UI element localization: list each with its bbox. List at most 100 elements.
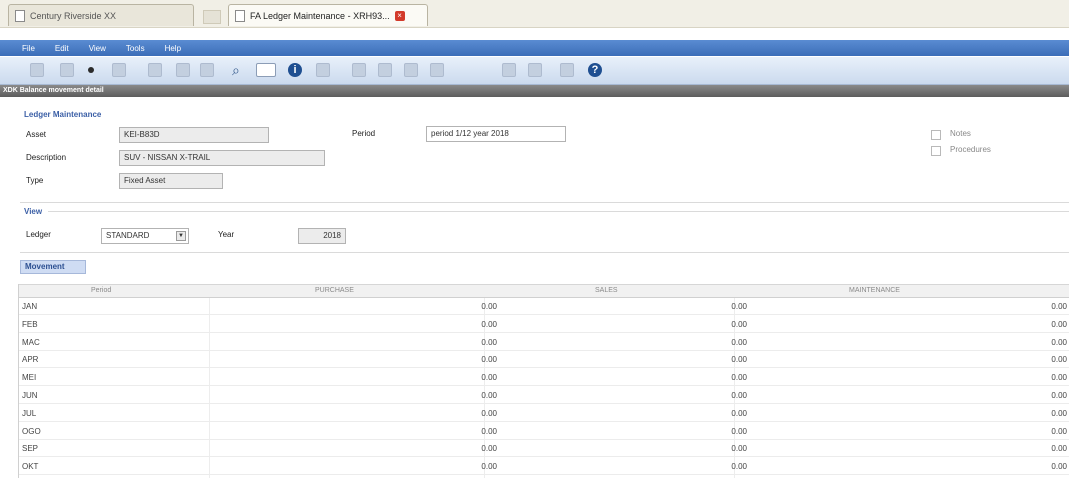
cell-purchase: 0.00 [481, 426, 497, 436]
page-icon [235, 9, 245, 22]
ledger-label: Ledger [26, 230, 51, 239]
type-label: Type [26, 176, 44, 185]
lock-icon[interactable] [316, 63, 330, 77]
period-label: Period [352, 129, 376, 138]
save-icon[interactable] [112, 63, 126, 77]
cell-maintenance: 0.00 [1051, 462, 1067, 472]
cell-sales: 0.00 [731, 426, 747, 436]
divider [48, 211, 1069, 212]
help-icon[interactable]: ? [588, 63, 602, 77]
menubar: File Edit View Tools Help [0, 40, 1069, 56]
table-row[interactable]: JUN 0.00 0.00 0.00 [19, 388, 1069, 404]
new-record-icon[interactable] [30, 63, 44, 77]
search-icon[interactable]: ⌕ [232, 63, 246, 77]
cell-period: MAC [22, 337, 40, 347]
browser-tab-title: FA Ledger Maintenance - XRH93... [250, 10, 390, 21]
menu-view[interactable]: View [89, 44, 106, 53]
cell-sales: 0.00 [731, 408, 747, 418]
browser-tab-strip: Century Riverside XX FA Ledger Maintenan… [0, 0, 1069, 28]
cell-maintenance: 0.00 [1051, 408, 1067, 418]
notes-label: Notes [950, 129, 971, 138]
procedures-checkbox[interactable] [931, 146, 941, 156]
table-row[interactable]: JUL 0.00 0.00 0.00 [19, 406, 1069, 422]
table-row[interactable]: FEB 0.00 0.00 0.00 [19, 317, 1069, 333]
close-icon[interactable]: × [394, 10, 405, 21]
cell-period: APR [22, 355, 39, 365]
description-label: Description [26, 153, 67, 162]
type-field[interactable]: Fixed Asset [119, 173, 223, 189]
table-row[interactable]: MEI 0.00 0.00 0.00 [19, 370, 1069, 387]
menu-tools[interactable]: Tools [126, 44, 145, 53]
cell-period: FEB [22, 319, 38, 329]
browser-tab-active[interactable]: FA Ledger Maintenance - XRH93... × [228, 4, 428, 26]
asset-field[interactable]: KEI-B83D [119, 127, 269, 143]
cell-purchase: 0.00 [481, 444, 497, 454]
grid-header: Period PURCHASE SALES MAINTENANCE [19, 284, 1069, 298]
divider [20, 202, 1069, 203]
table-row[interactable]: MAC 0.00 0.00 0.00 [19, 335, 1069, 351]
open-record-icon[interactable] [60, 63, 74, 77]
cell-purchase: 0.00 [481, 319, 497, 329]
cell-purchase: 0.00 [481, 355, 497, 365]
info-icon[interactable]: i [288, 63, 302, 77]
record-dot-icon[interactable] [88, 67, 94, 73]
section-title-ledger: Ledger Maintenance [24, 110, 102, 119]
cell-maintenance: 0.00 [1051, 426, 1067, 436]
table-row[interactable]: JAN 0.00 0.00 0.00 [19, 299, 1069, 315]
last-record-icon[interactable] [430, 63, 444, 77]
next-record-icon[interactable] [404, 63, 418, 77]
cell-period: JUN [22, 391, 38, 400]
cell-maintenance: 0.00 [1051, 302, 1067, 311]
tab-movement[interactable]: Movement [20, 260, 86, 274]
cell-period: JUL [22, 408, 37, 418]
description-field[interactable]: SUV - NISSAN X-TRAIL [119, 150, 325, 166]
cell-purchase: 0.00 [481, 302, 497, 311]
browser-tab-title: Century Riverside XX [30, 10, 117, 21]
asset-label: Asset [26, 130, 47, 139]
menu-file[interactable]: File [22, 44, 35, 53]
delete-icon[interactable] [176, 63, 190, 77]
cell-sales: 0.00 [731, 462, 747, 472]
copy-icon[interactable] [148, 63, 162, 77]
column-header-sales[interactable]: SALES [595, 287, 618, 294]
year-field[interactable]: 2018 [298, 228, 346, 244]
prev-record-icon[interactable] [378, 63, 392, 77]
print-icon[interactable] [200, 63, 214, 77]
page-icon [15, 9, 25, 22]
cell-sales: 0.00 [731, 302, 747, 311]
table-row[interactable]: OKT 0.00 0.00 0.00 [19, 459, 1069, 476]
table-row[interactable]: APR 0.00 0.00 0.00 [19, 352, 1069, 369]
browser-tab-inactive[interactable]: Century Riverside XX [8, 4, 194, 26]
notes-checkbox[interactable] [931, 130, 941, 140]
window-icon[interactable] [256, 63, 276, 77]
filter-icon[interactable] [560, 63, 574, 77]
ledger-select-value: STANDARD [106, 231, 150, 240]
cell-sales: 0.00 [731, 391, 747, 400]
cell-period: JAN [22, 302, 38, 311]
export-icon[interactable] [528, 63, 542, 77]
cell-purchase: 0.00 [481, 337, 497, 347]
cell-sales: 0.00 [731, 319, 747, 329]
column-header-purchase[interactable]: PURCHASE [315, 287, 354, 294]
first-record-icon[interactable] [352, 63, 366, 77]
table-row[interactable]: OGO 0.00 0.00 0.00 [19, 424, 1069, 440]
column-header-maintenance[interactable]: MAINTENANCE [849, 287, 900, 294]
cell-purchase: 0.00 [481, 462, 497, 472]
cell-maintenance: 0.00 [1051, 373, 1067, 383]
cell-sales: 0.00 [731, 373, 747, 383]
cell-purchase: 0.00 [481, 391, 497, 400]
tab-separator [203, 10, 221, 24]
chevron-down-icon[interactable]: ▼ [176, 231, 186, 241]
period-field[interactable]: period 1/12 year 2018 [426, 126, 566, 142]
attach-icon[interactable] [502, 63, 516, 77]
ledger-select[interactable]: STANDARD ▼ [101, 228, 189, 244]
movement-grid: Period PURCHASE SALES MAINTENANCE JAN 0.0… [18, 284, 1069, 478]
menu-help[interactable]: Help [165, 44, 181, 53]
cell-maintenance: 0.00 [1051, 444, 1067, 454]
toolbar: ⌕ i ? [0, 57, 1069, 85]
menu-edit[interactable]: Edit [55, 44, 69, 53]
column-header-period[interactable]: Period [91, 287, 111, 294]
cell-period: SEP [22, 444, 39, 454]
table-row[interactable]: SEP 0.00 0.00 0.00 [19, 441, 1069, 458]
cell-purchase: 0.00 [481, 373, 497, 383]
